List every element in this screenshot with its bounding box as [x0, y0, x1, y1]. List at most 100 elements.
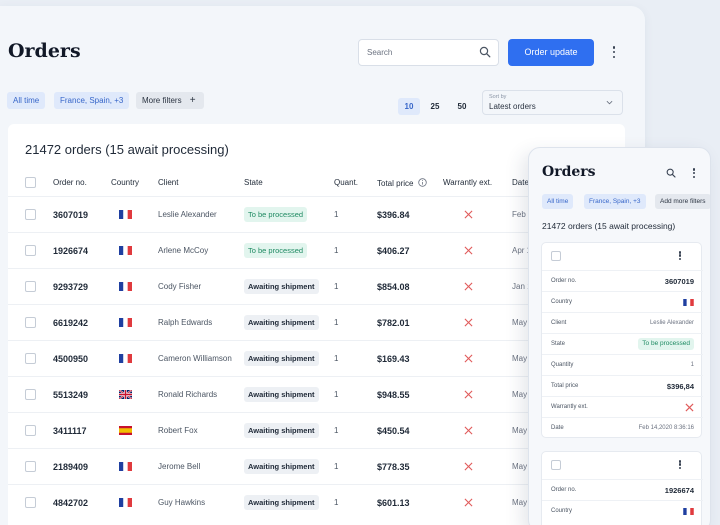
client-name: Jerome Bell	[158, 462, 201, 471]
card-key: Country	[551, 299, 573, 305]
quantity: 1	[334, 318, 339, 327]
card-row-quantity: Quantity 1	[542, 354, 703, 375]
mobile-view: Orders All time France, Spain, +3 Add mo…	[528, 147, 711, 525]
filter-chip-countries[interactable]: France, Spain, +3	[54, 92, 130, 109]
card-value: 3607019	[664, 277, 694, 286]
more-filters-button[interactable]: More filters +	[136, 92, 204, 109]
row-checkbox[interactable]	[25, 353, 36, 364]
order-date: May	[512, 498, 528, 507]
chevron-down-icon	[606, 100, 613, 105]
order-date: May	[512, 390, 528, 399]
page-size-25[interactable]: 25	[424, 98, 446, 115]
col-order-no[interactable]: Order no.	[53, 178, 87, 187]
card-value: Leslie Alexander	[649, 320, 694, 326]
status-badge: Awaiting shipment	[244, 387, 319, 402]
select-all-checkbox[interactable]	[25, 177, 36, 188]
orders-count: 21472 orders (15 await processing)	[25, 142, 229, 157]
card-row-price: Total price $396,84	[542, 375, 703, 396]
row-checkbox[interactable]	[25, 425, 36, 436]
info-icon[interactable]	[418, 178, 427, 187]
status-badge: To be processed	[244, 243, 308, 258]
card-key: Client	[551, 320, 567, 326]
status-badge: Awaiting shipment	[244, 315, 319, 330]
row-checkbox[interactable]	[25, 497, 36, 508]
order-date: May	[512, 462, 528, 471]
mobile-chip-time[interactable]: All time	[542, 194, 574, 209]
order-number: 4500950	[53, 354, 89, 364]
search-icon[interactable]	[479, 46, 491, 58]
col-state[interactable]: State	[244, 178, 263, 187]
mobile-page-title: Orders	[542, 164, 596, 180]
status-badge: To be processed	[244, 207, 308, 222]
order-number: 3607019	[53, 210, 89, 220]
card-key: Warrantly ext.	[551, 404, 588, 410]
row-checkbox[interactable]	[25, 389, 36, 400]
page-size-10[interactable]: 10	[398, 98, 420, 115]
client-name: Robert Fox	[158, 426, 198, 435]
order-number: 5513249	[53, 390, 89, 400]
row-checkbox[interactable]	[25, 317, 36, 328]
mobile-card-checkbox[interactable]	[551, 251, 561, 261]
total-price: $169.43	[377, 354, 410, 364]
card-row-state: State To be processed	[542, 333, 703, 354]
mobile-orders-count: 21472 orders (15 await processing)	[542, 221, 676, 231]
col-quantity[interactable]: Quant.	[334, 178, 358, 187]
card-value: $396,84	[666, 382, 694, 391]
france-flag-icon	[119, 498, 132, 507]
status-badge: Awaiting shipment	[244, 423, 319, 438]
mobile-order-card[interactable]: Order no. 1926674 Country	[541, 451, 703, 525]
total-price: $782.01	[377, 318, 410, 328]
col-date[interactable]: Date	[512, 178, 529, 187]
quantity: 1	[334, 426, 339, 435]
order-update-button[interactable]: Order update	[508, 39, 594, 66]
sort-select[interactable]: Sort by Latest orders	[482, 90, 623, 115]
card-key: Order no.	[551, 487, 577, 493]
total-price: $450.54	[377, 426, 410, 436]
filter-chip-time[interactable]: All time	[7, 92, 46, 109]
row-checkbox[interactable]	[25, 209, 36, 220]
card-key: Total price	[551, 383, 579, 389]
mobile-order-card[interactable]: Order no. 3607019 Country Client Leslie Al…	[541, 242, 703, 438]
mobile-more-icon[interactable]	[689, 167, 699, 179]
mobile-chip-countries[interactable]: France, Spain, +3	[584, 194, 646, 209]
row-checkbox[interactable]	[25, 281, 36, 292]
close-icon	[464, 426, 473, 435]
quantity: 1	[334, 498, 339, 507]
order-number: 9293729	[53, 282, 89, 292]
col-country[interactable]: Country	[111, 178, 139, 187]
mobile-card-more-icon[interactable]	[675, 459, 685, 470]
mobile-search-icon[interactable]	[666, 168, 676, 178]
card-key: Order no.	[551, 278, 577, 284]
order-date: May	[512, 354, 528, 363]
order-number: 4842702	[53, 498, 89, 508]
card-key: Country	[551, 508, 573, 514]
client-name: Guy Hawkins	[158, 498, 206, 507]
france-flag-icon	[119, 210, 132, 219]
france-flag-icon	[119, 354, 132, 363]
page-size-50[interactable]: 50	[451, 98, 473, 115]
status-badge: Awaiting shipment	[244, 495, 319, 510]
quantity: 1	[334, 390, 339, 399]
spain-flag-icon	[119, 426, 132, 435]
col-warranty-ext[interactable]: Warrantly ext.	[443, 178, 492, 187]
france-flag-icon	[683, 299, 694, 306]
col-total-price[interactable]: Total price	[377, 178, 427, 188]
more-filters-label: More filters	[142, 96, 182, 105]
row-checkbox[interactable]	[25, 461, 36, 472]
mobile-add-filters-button[interactable]: Add more filters	[655, 194, 710, 209]
status-badge: Awaiting shipment	[244, 351, 319, 366]
card-row-client: Client Leslie Alexander	[542, 312, 703, 333]
quantity: 1	[334, 354, 339, 363]
mobile-card-checkbox[interactable]	[551, 460, 561, 470]
close-icon	[685, 403, 694, 412]
more-vertical-icon[interactable]	[609, 45, 619, 59]
close-icon	[464, 462, 473, 471]
card-key: Quantity	[551, 362, 574, 368]
total-price: $406.27	[377, 246, 410, 256]
row-checkbox[interactable]	[25, 245, 36, 256]
mobile-card-more-icon[interactable]	[675, 250, 685, 261]
search-input[interactable]: Search	[358, 39, 499, 66]
order-number: 6619242	[53, 318, 89, 328]
col-client[interactable]: Client	[158, 178, 178, 187]
total-price: $601.13	[377, 498, 410, 508]
